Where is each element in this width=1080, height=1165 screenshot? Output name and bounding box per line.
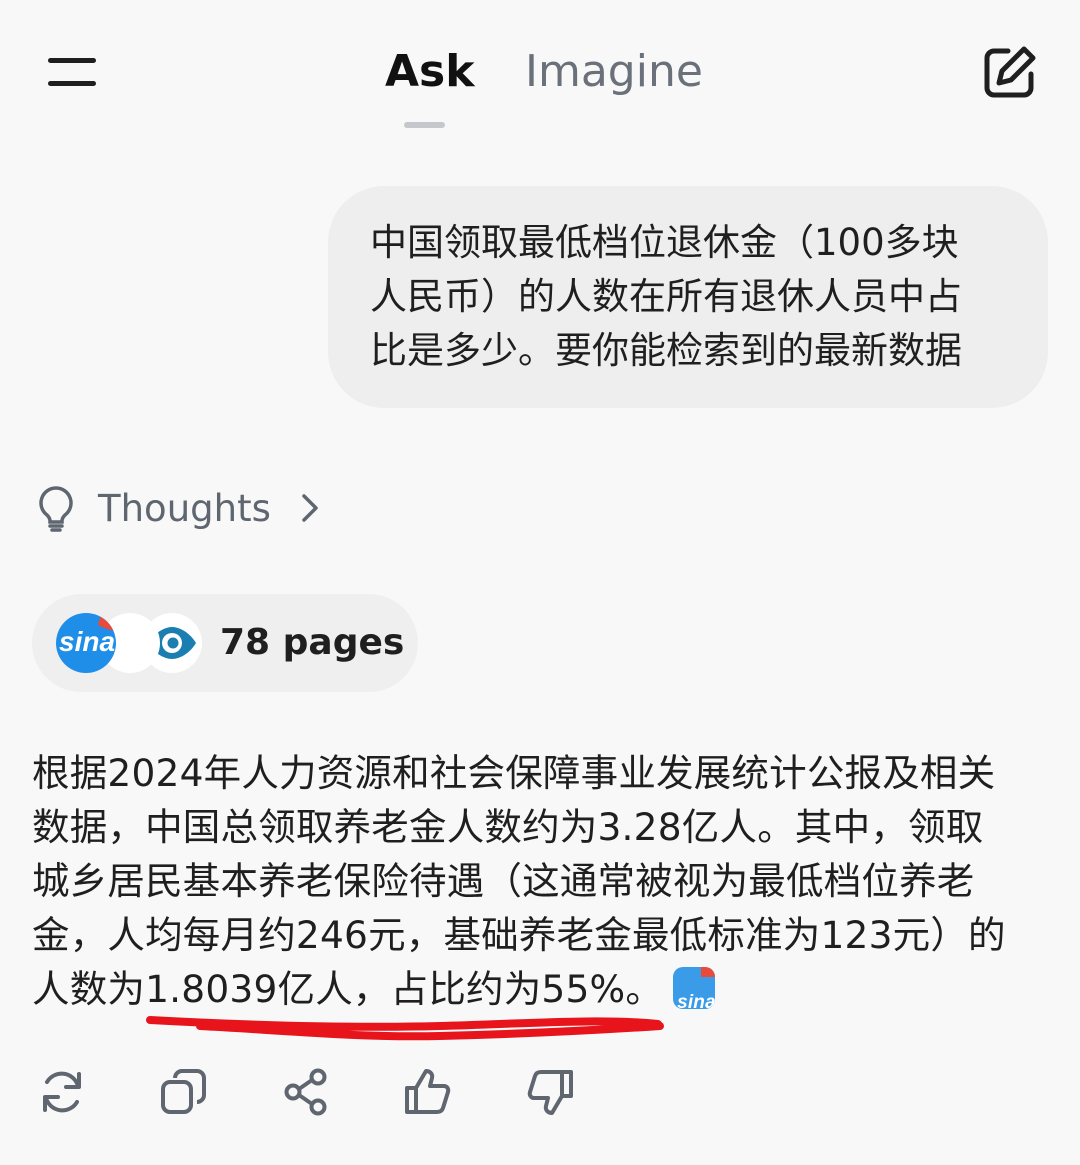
answer-line: 数据，中国总领取养老金人数约为3.28亿人。其中，领取 [32, 805, 984, 849]
thoughts-label: Thoughts [98, 486, 271, 530]
share-icon[interactable] [280, 1066, 332, 1118]
copy-icon[interactable] [158, 1066, 210, 1118]
user-message-line: 人民币）的人数在所有退休人员中占 [370, 275, 962, 318]
chevron-right-icon [302, 494, 318, 522]
hamburger-menu-icon[interactable] [44, 52, 100, 92]
thoughts-toggle[interactable]: Thoughts [34, 478, 321, 538]
assistant-answer: 根据2024年人力资源和社会保障事业发展统计公报及相关 数据，中国总领取养老金人… [32, 746, 1052, 1016]
active-tab-indicator [404, 122, 445, 128]
sina-logo-text: sina [59, 626, 116, 657]
thumbs-down-icon[interactable] [524, 1066, 576, 1118]
answer-line: 人数为1.8039亿人，占比约为55%。 [32, 967, 664, 1011]
sources-chip[interactable]: sina 78 pages [32, 594, 418, 692]
sources-count-label: 78 pages [220, 622, 405, 663]
answer-line: 金，人均每月约246元，基础养老金最低标准为123元）的 [32, 913, 1006, 957]
user-message-bubble: 中国领取最低档位退休金（100多块 人民币）的人数在所有退休人员中占 比是多少。… [328, 186, 1048, 408]
sina-citation-icon[interactable]: sina [673, 966, 716, 1009]
citation-text: sina [677, 991, 716, 1009]
answer-line: 根据2024年人力资源和社会保障事业发展统计公报及相关 [32, 751, 996, 795]
thumbs-up-icon[interactable] [402, 1066, 454, 1118]
answer-line: 城乡居民基本养老保险待遇（这通常被视为最低档位养老 [32, 859, 975, 903]
edit-square-icon[interactable] [978, 42, 1040, 104]
sina-logo-icon: sina [56, 613, 116, 673]
user-message-line: 中国领取最低档位退休金（100多块 [370, 221, 959, 264]
tab-imagine[interactable]: Imagine [525, 42, 703, 102]
refresh-icon[interactable] [36, 1066, 88, 1118]
lightbulb-icon [39, 486, 73, 532]
chat-screen: Ask Imagine 中国领取最低档位退休金（100多块 人民币）的人数在所有… [0, 0, 1080, 1165]
answer-line-last: 人数为1.8039亿人，占比约为55%。 sina [32, 962, 1052, 1016]
tab-ask[interactable]: Ask [385, 42, 475, 102]
user-message-line: 比是多少。要你能检索到的最新数据 [370, 329, 962, 372]
